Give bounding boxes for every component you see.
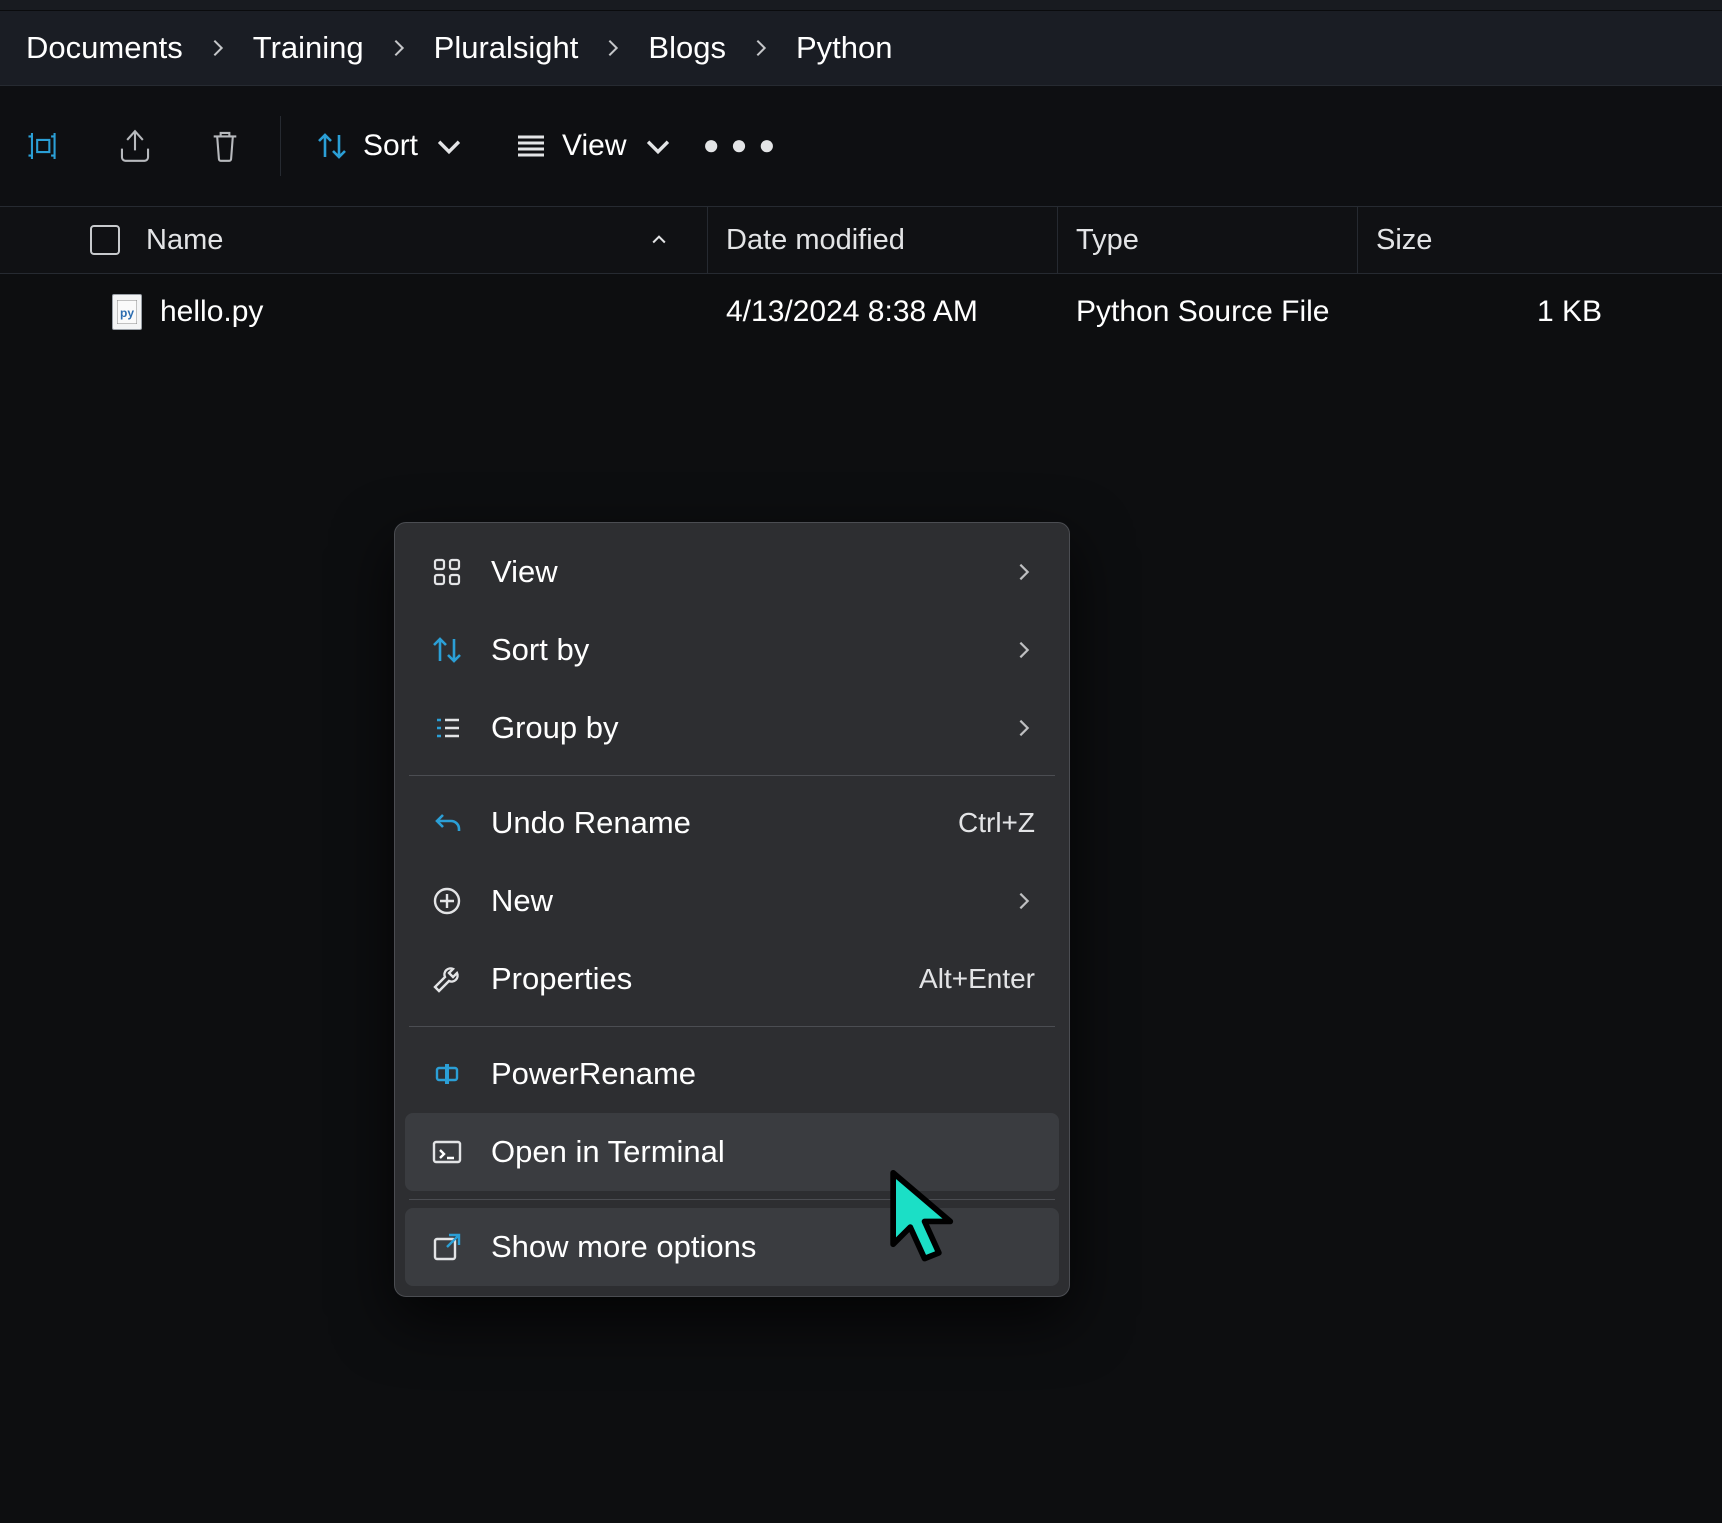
column-header-date[interactable]: Date modified [708, 207, 1058, 273]
breadcrumb-item-documents[interactable]: Documents [24, 26, 185, 70]
chevron-right-icon [1013, 639, 1035, 661]
chevron-right-icon [1013, 890, 1035, 912]
popout-icon [429, 1231, 465, 1263]
menu-label: PowerRename [491, 1056, 696, 1092]
python-file-icon: py [112, 294, 142, 330]
menu-item-powerrename[interactable]: PowerRename [405, 1035, 1059, 1113]
chevron-right-icon [1013, 717, 1035, 739]
table-row[interactable]: py hello.py 4/13/2024 8:38 AM Python Sou… [0, 274, 1722, 350]
view-button[interactable]: View [490, 86, 698, 206]
file-size: 1 KB [1358, 295, 1722, 329]
chevron-right-icon [1013, 561, 1035, 583]
menu-label: New [491, 883, 553, 919]
menu-label: Open in Terminal [491, 1134, 725, 1170]
breadcrumb-item-training[interactable]: Training [251, 26, 366, 70]
rename-button[interactable] [0, 86, 90, 206]
menu-label: View [491, 554, 558, 590]
terminal-icon [429, 1136, 465, 1168]
select-all-checkbox[interactable] [90, 225, 120, 255]
view-list-icon [514, 129, 548, 163]
breadcrumb-item-pluralsight[interactable]: Pluralsight [432, 26, 581, 70]
column-header-size[interactable]: Size [1358, 207, 1722, 273]
breadcrumb: Documents Training Pluralsight Blogs Pyt… [0, 11, 1722, 85]
grid-icon [429, 556, 465, 588]
file-list: py hello.py 4/13/2024 8:38 AM Python Sou… [0, 274, 1722, 350]
chevron-right-icon [588, 37, 638, 59]
menu-item-view[interactable]: View [405, 533, 1059, 611]
file-type: Python Source File [1058, 295, 1358, 329]
column-headers: Name Date modified Type Size [0, 207, 1722, 274]
toolbar: Sort View [0, 85, 1722, 207]
menu-label: Show more options [491, 1229, 756, 1265]
menu-accelerator: Ctrl+Z [958, 807, 1035, 839]
file-date: 4/13/2024 8:38 AM [708, 295, 1058, 329]
chevron-down-icon [641, 129, 675, 163]
sort-icon [429, 634, 465, 666]
sort-icon [315, 129, 349, 163]
group-icon [429, 712, 465, 744]
rename-icon [429, 1058, 465, 1090]
delete-button[interactable] [180, 86, 270, 206]
breadcrumb-item-python[interactable]: Python [794, 26, 895, 70]
undo-icon [429, 807, 465, 839]
menu-item-sort-by[interactable]: Sort by [405, 611, 1059, 689]
sort-button[interactable]: Sort [291, 86, 490, 206]
menu-label: Sort by [491, 632, 589, 668]
menu-item-properties[interactable]: Properties Alt+Enter [405, 940, 1059, 1018]
column-header-name[interactable]: Name [0, 207, 708, 273]
menu-item-new[interactable]: New [405, 862, 1059, 940]
share-button[interactable] [90, 86, 180, 206]
caret-up-icon [649, 230, 669, 250]
menu-label: Undo Rename [491, 805, 691, 841]
more-button[interactable] [699, 86, 779, 206]
chevron-right-icon [736, 37, 786, 59]
menu-item-group-by[interactable]: Group by [405, 689, 1059, 767]
menu-item-show-more-options[interactable]: Show more options [405, 1208, 1059, 1286]
menu-item-open-in-terminal[interactable]: Open in Terminal [405, 1113, 1059, 1191]
menu-accelerator: Alt+Enter [919, 963, 1035, 995]
chevron-down-icon [432, 129, 466, 163]
column-header-type[interactable]: Type [1058, 207, 1358, 273]
view-label: View [562, 129, 626, 163]
plus-circle-icon [429, 885, 465, 917]
menu-label: Group by [491, 710, 619, 746]
svg-text:py: py [120, 306, 134, 320]
menu-label: Properties [491, 961, 632, 997]
menu-item-undo-rename[interactable]: Undo Rename Ctrl+Z [405, 784, 1059, 862]
file-name: hello.py [160, 295, 263, 329]
breadcrumb-item-blogs[interactable]: Blogs [646, 26, 728, 70]
sort-label: Sort [363, 129, 418, 163]
chevron-right-icon [193, 37, 243, 59]
context-menu: View Sort by Group by Undo Rename Ctrl+Z [394, 522, 1070, 1297]
chevron-right-icon [374, 37, 424, 59]
wrench-icon [429, 963, 465, 995]
